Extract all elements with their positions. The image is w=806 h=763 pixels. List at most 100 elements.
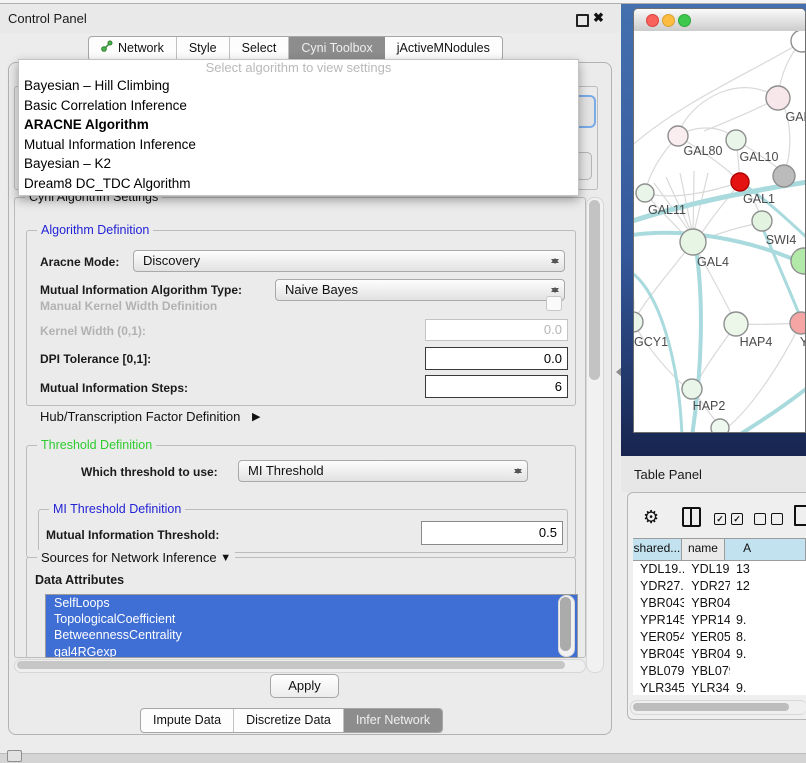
sources-title[interactable]: Sources for Network Inference ▼ — [37, 550, 235, 565]
network-edge[interactable] — [645, 182, 740, 196]
table-cell: YLR345W — [684, 680, 730, 695]
table-row[interactable]: YBR045CYBR045C9. — [633, 646, 806, 663]
mi-threshold-title: MI Threshold Definition — [49, 502, 185, 516]
zoom-window-icon[interactable] — [678, 14, 691, 27]
algorithm-option[interactable]: Mutual Information Inference — [19, 135, 578, 155]
tab-style[interactable]: Style — [177, 37, 230, 60]
table-row[interactable]: YBR043CYBR043C — [633, 595, 806, 612]
table-row[interactable]: YDL19...YDL19...13 — [633, 561, 806, 578]
minimize-window-icon[interactable] — [662, 14, 675, 27]
close-window-icon[interactable] — [646, 14, 659, 27]
tab-label: Infer Network — [356, 709, 430, 732]
tab-bar: NetworkStyle Select Cyni Toolbox jActiveMNo… — [88, 36, 503, 61]
which-threshold-select[interactable]: MI Threshold — [238, 460, 528, 482]
network-canvas[interactable]: GALGAL80GAL10GAL1GAL11SWI4GAL4GCY1HAP4YH… — [634, 31, 806, 433]
node-label: GAL10 — [740, 150, 779, 164]
manual-kernel-checkbox[interactable] — [546, 296, 562, 311]
table-hscrollbar[interactable] — [630, 700, 806, 715]
network-node[interactable] — [634, 312, 643, 332]
kernel-width-field[interactable]: 0.0 — [425, 319, 568, 341]
table-cell: YDR27... — [684, 578, 730, 595]
network-window[interactable]: GALGAL80GAL10GAL1GAL11SWI4GAL4GCY1HAP4YH… — [633, 8, 806, 433]
mi-steps-field[interactable]: 6 — [425, 375, 568, 398]
mi-type-select[interactable]: Naive Bayes — [275, 279, 565, 301]
attribute-item[interactable]: SelfLoops — [46, 595, 577, 611]
mi-steps-label: Mutual Information Steps: — [40, 381, 188, 395]
attributes-list-scrollbar[interactable] — [558, 595, 575, 657]
settings-vscrollbar[interactable] — [586, 197, 604, 673]
table-row[interactable]: YPR145WYPR145W9. — [633, 612, 806, 629]
tab-select[interactable]: Select — [230, 37, 290, 60]
split-columns-icon[interactable] — [682, 507, 701, 527]
float-panel-icon[interactable] — [576, 14, 589, 27]
network-node[interactable] — [791, 31, 806, 52]
hub-definition-toggle[interactable]: Hub/Transcription Factor Definition ▶ — [40, 409, 260, 424]
table-row[interactable]: YDR27...YDR27...12 — [633, 578, 806, 595]
network-edge[interactable] — [634, 269, 682, 433]
network-node[interactable] — [726, 130, 746, 150]
network-window-titlebar[interactable] — [634, 9, 805, 32]
algorithm-option[interactable]: Bayesian – K2 — [19, 154, 578, 174]
network-node[interactable] — [711, 419, 729, 433]
network-node[interactable] — [766, 86, 790, 110]
table-row[interactable]: YBL079WYBL079W — [633, 663, 806, 680]
algorithm-option[interactable]: Dream8 DC_TDC Algorithm — [19, 174, 578, 194]
aracne-mode-value: Discovery — [143, 253, 200, 268]
network-node[interactable] — [791, 248, 806, 274]
network-node[interactable] — [773, 165, 795, 187]
column-header[interactable]: name — [682, 539, 725, 560]
data-attributes-list[interactable]: SelfLoopsTopologicalCoefficientBetweenne… — [45, 594, 578, 658]
tab-impute-data[interactable]: Impute Data — [141, 709, 234, 732]
tab-label: Cyni Toolbox — [301, 37, 372, 60]
network-node[interactable] — [724, 312, 748, 336]
attribute-item[interactable]: gal4RGexp — [46, 644, 577, 658]
deselect-all-checks-icon[interactable] — [754, 513, 783, 525]
node-table[interactable]: shared...nameA YDL19...YDL19...13YDR27..… — [633, 538, 806, 695]
table-row[interactable]: YER054CYER054C8. — [633, 629, 806, 646]
settings-hscrollbar[interactable] — [14, 659, 586, 673]
close-panel-icon[interactable]: ✖ — [593, 10, 604, 26]
table-header-row: shared...nameA — [633, 538, 806, 561]
network-node[interactable] — [680, 229, 706, 255]
tab-network[interactable]: Network — [89, 37, 177, 60]
dpi-tolerance-field[interactable]: 0.0 — [425, 347, 568, 370]
table-cell: YBL079W — [633, 663, 684, 680]
tab-jactivemnodules[interactable]: jActiveMNodules — [385, 37, 502, 60]
tab-discretize-data[interactable]: Discretize Data — [234, 709, 344, 732]
algorithm-option[interactable]: ARACNE Algorithm — [19, 115, 578, 135]
aracne-mode-select[interactable]: Discovery — [133, 250, 565, 272]
algorithm-option[interactable]: Bayesian – Hill Climbing — [19, 76, 578, 96]
attribute-item[interactable]: TopologicalCoefficient — [46, 611, 577, 627]
network-node[interactable] — [731, 173, 749, 191]
column-header[interactable]: shared... — [633, 539, 682, 560]
network-edge[interactable] — [729, 381, 806, 433]
network-node[interactable] — [636, 184, 654, 202]
select-all-checks-icon[interactable]: ✓✓ — [714, 513, 743, 525]
attribute-item[interactable]: BetweennessCentrality — [46, 627, 577, 643]
table-cell: YDL19... — [684, 561, 730, 578]
corner-panel-icon[interactable] — [7, 750, 22, 762]
apply-button[interactable]: Apply — [270, 674, 339, 698]
algorithm-option[interactable]: Basic Correlation Inference — [19, 96, 578, 116]
network-edge[interactable] — [680, 88, 778, 129]
table-cell: YPR145W — [684, 612, 730, 629]
network-icon — [101, 37, 113, 60]
network-svg: GALGAL80GAL10GAL1GAL11SWI4GAL4GCY1HAP4YH… — [634, 31, 806, 433]
which-threshold-value: MI Threshold — [248, 463, 324, 478]
table-cell: 9. — [730, 612, 806, 629]
table-cell: YDL19... — [633, 561, 684, 578]
table-row[interactable]: YLR345WYLR345W9. — [633, 680, 806, 695]
table-cell: 13 — [730, 561, 806, 578]
network-edge[interactable] — [634, 322, 690, 391]
network-node[interactable] — [790, 312, 806, 334]
network-node[interactable] — [668, 126, 688, 146]
column-header[interactable]: A — [725, 539, 806, 560]
network-node[interactable] — [752, 211, 772, 231]
tab-label: Select — [242, 37, 277, 60]
tab-infer-network[interactable]: Infer Network — [344, 709, 442, 732]
document-icon[interactable] — [794, 505, 806, 526]
tab-cyni-toolbox[interactable]: Cyni Toolbox — [289, 37, 384, 60]
gear-icon[interactable]: ⚙ — [643, 508, 659, 526]
network-node[interactable] — [682, 379, 702, 399]
mi-threshold-field[interactable]: 0.5 — [421, 521, 563, 545]
